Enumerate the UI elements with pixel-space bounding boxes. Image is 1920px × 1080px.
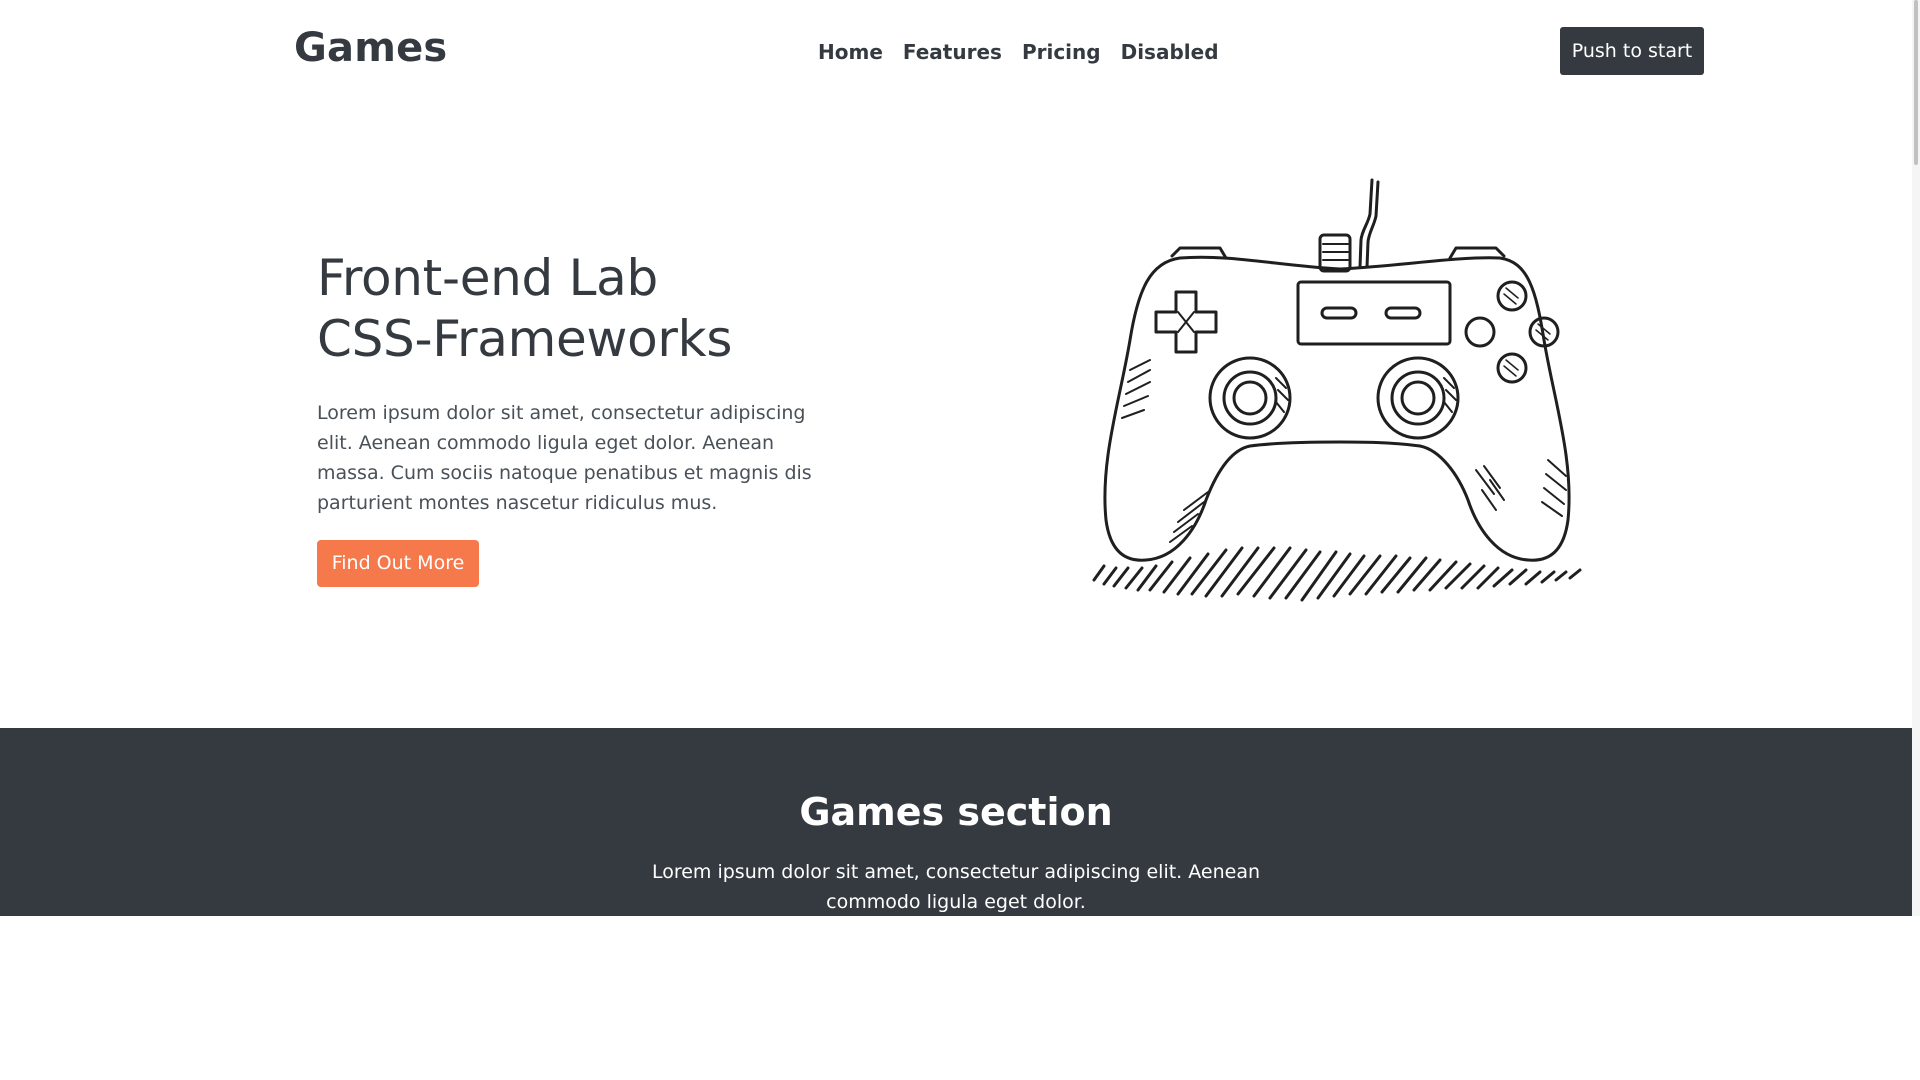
hero-description: Lorem ipsum dolor sit amet, consectetur … [317, 402, 812, 514]
nav-link-home[interactable]: Home [818, 38, 883, 66]
main-nav: Home Features Pricing Disabled [818, 38, 1219, 66]
games-section-text: Lorem ipsum dolor sit amet, consectetur … [651, 861, 1261, 913]
site-logo[interactable]: Games [294, 22, 447, 74]
games-section-title: Games section [799, 790, 1113, 834]
nav-item-pricing: Pricing [1022, 38, 1101, 66]
nav-item-disabled: Disabled [1121, 38, 1219, 66]
nav-link-disabled[interactable]: Disabled [1121, 38, 1219, 66]
nav-item-home: Home [818, 38, 883, 66]
nav-item-features: Features [903, 38, 1002, 66]
push-to-start-button[interactable]: Push to start [1560, 27, 1704, 75]
games-section: Games section Lorem ipsum dolor sit amet… [0, 728, 1912, 916]
hero-title: Front-end Lab CSS-Frameworks [317, 248, 732, 370]
page: Games Home Features Pricing Disabled Pus… [0, 0, 1920, 1080]
scrollbar-thumb[interactable] [1914, 0, 1918, 165]
nav-link-pricing[interactable]: Pricing [1022, 38, 1101, 66]
nav-link-features[interactable]: Features [903, 38, 1002, 66]
find-out-more-button[interactable]: Find Out More [317, 540, 479, 587]
gamepad-icon [1092, 178, 1582, 602]
hero-title-line-2: CSS-Frameworks [317, 310, 733, 368]
hero-title-line-1: Front-end Lab [317, 249, 658, 307]
page-scrollbar[interactable] [1912, 0, 1920, 916]
site-header: Games Home Features Pricing Disabled Pus… [0, 0, 1900, 104]
